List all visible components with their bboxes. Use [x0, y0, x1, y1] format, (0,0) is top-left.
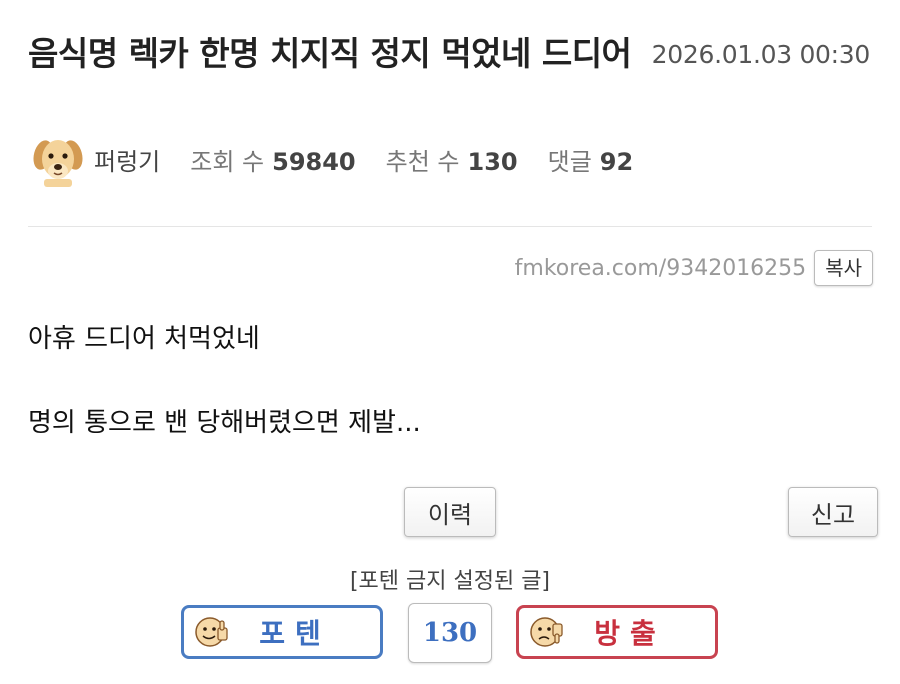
comment-count: 댓글 92: [548, 142, 634, 177]
downvote-label: 방출: [594, 617, 666, 650]
upvote-label: 포텐: [259, 617, 331, 650]
comment-count-value: 92: [599, 147, 634, 176]
view-count-value: 59840: [272, 147, 356, 176]
poten-disabled-notice: [포텐 금지 설정된 글]: [349, 569, 551, 594]
post-date: 2026.01.03 00:30: [651, 40, 871, 69]
thumbs-up-face-icon: [195, 617, 228, 647]
upvote-button[interactable]: 포텐: [181, 605, 383, 659]
post-body-line: 아휴 드디어 처먹었네: [28, 324, 260, 354]
author-name[interactable]: 퍼렁기: [94, 142, 160, 177]
vote-count: 130: [408, 603, 492, 663]
report-button[interactable]: 신고: [788, 487, 878, 537]
recommend-count-label: 추천 수: [385, 147, 460, 176]
post-url-row: fmkorea.com/9342016255 복사: [515, 250, 873, 286]
copy-url-button[interactable]: 복사: [814, 250, 873, 286]
post-meta: 퍼렁기 조회 수 59840 추천 수 130 댓글 92: [30, 130, 663, 188]
post-title: 음식명 렉카 한명 치지직 정지 먹었네 드디어: [28, 34, 632, 73]
vote-row: 포텐 130 방출: [0, 603, 900, 663]
view-count-label: 조회 수: [190, 147, 265, 176]
post-body-line: 명의 통으로 밴 당해버렸으면 제발...: [28, 408, 421, 438]
recommend-count-value: 130: [467, 147, 518, 176]
view-count: 조회 수 59840: [190, 142, 355, 177]
recommend-count: 추천 수 130: [386, 142, 518, 177]
downvote-button[interactable]: 방출: [516, 605, 718, 659]
post-body: 아휴 드디어 처먹었네 명의 통으로 밴 당해버렸으면 제발...: [28, 318, 421, 444]
thumbs-down-face-icon: [530, 617, 563, 647]
post-url[interactable]: fmkorea.com/9342016255: [515, 256, 807, 281]
history-button[interactable]: 이력: [404, 487, 496, 537]
meta-divider: [28, 226, 872, 227]
comment-count-label: 댓글: [547, 147, 592, 176]
puppy-avatar-icon[interactable]: [30, 131, 86, 187]
